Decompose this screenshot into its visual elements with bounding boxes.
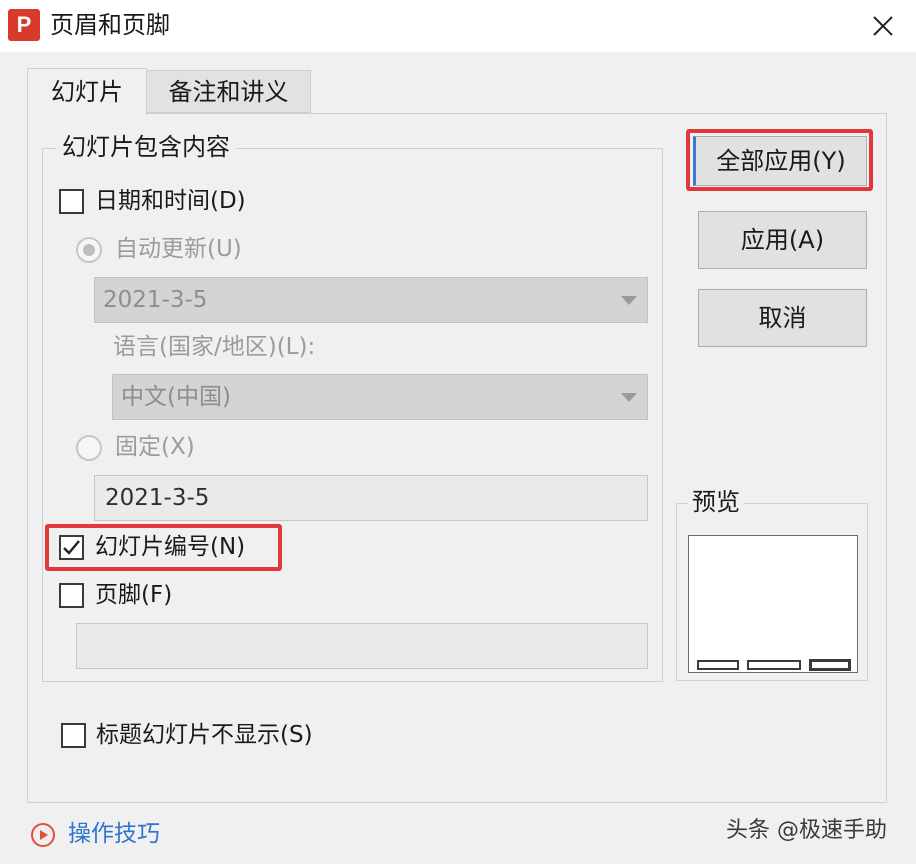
slide-number-placeholder <box>809 659 851 671</box>
fixed-label: 固定(X) <box>115 434 195 460</box>
cancel-button[interactable]: 取消 <box>698 289 867 347</box>
language-dropdown[interactable]: 中文(中国) <box>112 374 648 420</box>
date-placeholder <box>697 660 739 670</box>
auto-date-value: 2021-3-5 <box>103 287 208 313</box>
close-button[interactable] <box>862 6 904 46</box>
slide-number-checkbox[interactable] <box>59 535 84 560</box>
footer-placeholder <box>747 660 801 670</box>
language-value: 中文(中国) <box>121 384 231 410</box>
window-title: 页眉和页脚 <box>50 11 170 39</box>
tab-slides[interactable]: 幻灯片 <box>27 68 147 115</box>
preview-title: 预览 <box>688 487 744 517</box>
hide-on-title-label: 标题幻灯片不显示(S) <box>96 722 313 748</box>
language-label: 语言(国家/地区)(L): <box>113 334 316 360</box>
apply-all-button[interactable]: 全部应用(Y) <box>693 136 867 186</box>
radio-dot-icon <box>83 244 95 256</box>
footer-text-input[interactable] <box>76 623 648 669</box>
play-circle-icon[interactable] <box>30 822 56 848</box>
auto-update-label: 自动更新(U) <box>115 236 242 262</box>
tips-link[interactable]: 操作技巧 <box>68 818 160 850</box>
apply-button[interactable]: 应用(A) <box>698 211 867 269</box>
chevron-down-icon <box>621 393 637 402</box>
auto-update-radio[interactable] <box>76 237 102 263</box>
fixed-radio[interactable] <box>76 435 102 461</box>
fixed-date-input[interactable]: 2021-3-5 <box>94 475 648 521</box>
watermark: 头条 @极速手助 <box>726 818 887 843</box>
preview-canvas <box>688 535 858 673</box>
auto-date-dropdown[interactable]: 2021-3-5 <box>94 277 648 323</box>
chevron-down-icon <box>621 296 637 305</box>
tab-notes-handouts[interactable]: 备注和讲义 <box>147 70 311 113</box>
close-icon <box>873 16 893 36</box>
slide-number-label: 幻灯片编号(N) <box>95 534 246 560</box>
hide-on-title-checkbox[interactable] <box>61 723 86 748</box>
fixed-date-value: 2021-3-5 <box>105 485 210 511</box>
footer-label: 页脚(F) <box>95 582 173 608</box>
group-title: 幻灯片包含内容 <box>56 132 236 162</box>
checkmark-icon <box>63 540 80 555</box>
date-time-label: 日期和时间(D) <box>95 188 246 214</box>
footer-checkbox[interactable] <box>59 583 84 608</box>
date-time-checkbox[interactable] <box>59 189 84 214</box>
app-logo-icon: P <box>8 9 40 41</box>
